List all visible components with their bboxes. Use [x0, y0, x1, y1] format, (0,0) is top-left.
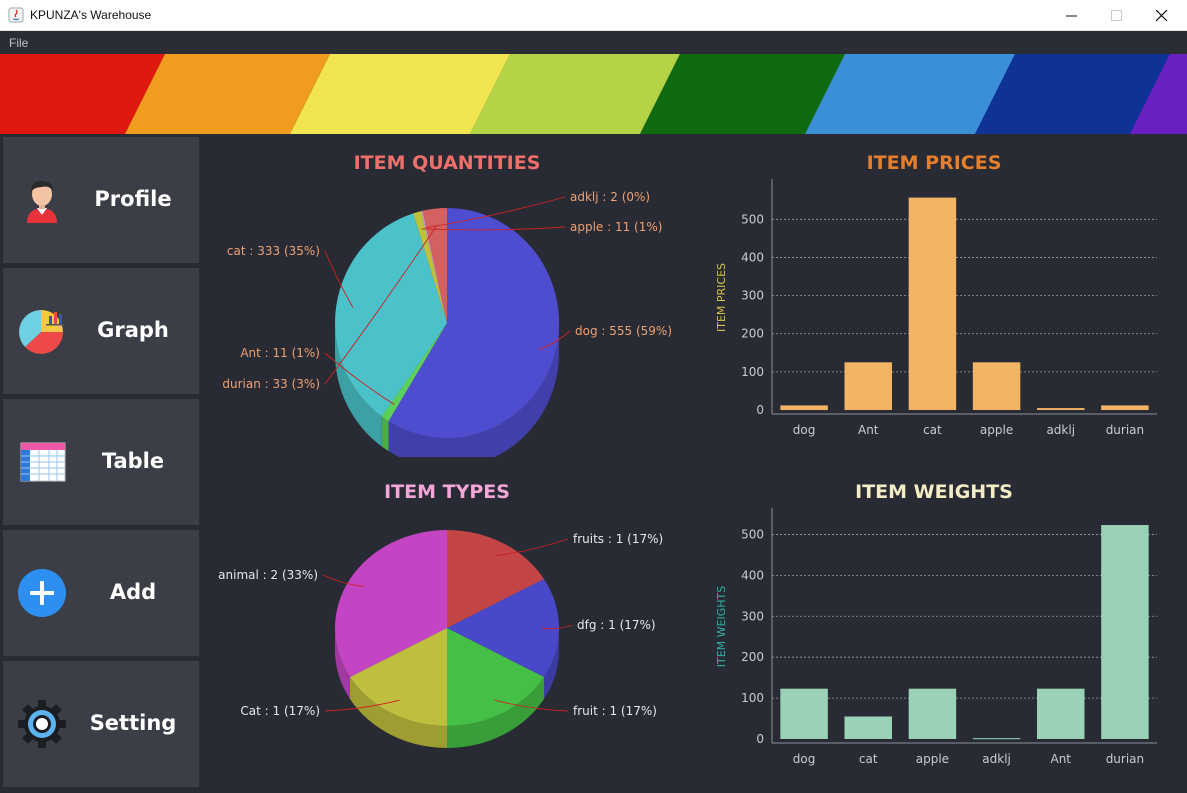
- y-tick-label: 500: [741, 527, 764, 541]
- x-tick-label: Ant: [858, 423, 879, 437]
- maximize-icon: [1111, 10, 1122, 21]
- rainbow-banner: [0, 54, 1187, 134]
- y-tick-label: 400: [741, 568, 764, 582]
- sidebar-item-add[interactable]: Add: [3, 530, 199, 656]
- pie-label-durian: durian : 33 (3%): [222, 377, 320, 391]
- bar-durian[interactable]: [1101, 525, 1149, 739]
- pie-label-apple: apple : 11 (1%): [570, 220, 662, 234]
- pie-label-adklj: adklj : 2 (0%): [570, 190, 650, 204]
- y-tick-label: 500: [741, 212, 764, 226]
- bar-adklj[interactable]: [1037, 408, 1085, 410]
- sidebar-item-label: Graph: [97, 318, 169, 342]
- bar-durian[interactable]: [1101, 405, 1149, 410]
- bar-dog[interactable]: [780, 405, 828, 410]
- y-tick-label: 0: [756, 732, 764, 746]
- bar-adklj[interactable]: [972, 738, 1021, 740]
- y-axis-label: ITEM PRICES: [715, 263, 728, 332]
- x-tick-label: Ant: [1050, 752, 1071, 766]
- java-app-icon: [8, 7, 24, 23]
- bar-cat[interactable]: [844, 716, 892, 740]
- x-tick-label: cat: [859, 752, 878, 766]
- pie-label-animal: animal : 2 (33%): [218, 568, 318, 582]
- sidebar-item-profile[interactable]: Profile: [3, 137, 199, 263]
- menu-file[interactable]: File: [9, 36, 28, 50]
- pie-label-dog: dog : 555 (59%): [575, 324, 672, 338]
- y-tick-label: 400: [741, 250, 764, 264]
- y-tick-label: 0: [756, 403, 764, 417]
- sidebar-item-label: Setting: [89, 711, 177, 735]
- pie-label-dfg: dfg : 1 (17%): [577, 618, 656, 632]
- gear-icon: [18, 700, 66, 748]
- item-weights-chart: ITEM WEIGHTS 0 100 200 300 400 500 dog cat apple a…: [715, 481, 1157, 766]
- plus-circle-icon: [18, 569, 66, 617]
- chart-title: ITEM WEIGHTS: [855, 481, 1013, 503]
- x-tick-label: apple: [980, 423, 1013, 437]
- x-tick-label: adklj: [982, 752, 1011, 766]
- title-bar[interactable]: KPUNZA's Warehouse: [0, 0, 1187, 31]
- pie-chart-icon: [19, 310, 64, 354]
- sidebar-item-label: Add: [109, 580, 157, 604]
- sidebar-item-label: Table: [101, 449, 165, 473]
- pie-label-fruits: fruits : 1 (17%): [573, 532, 663, 546]
- x-tick-label: adklj: [1046, 423, 1075, 437]
- bar-dog[interactable]: [780, 688, 828, 739]
- minimize-button[interactable]: [1049, 0, 1095, 31]
- close-button[interactable]: [1139, 0, 1185, 31]
- maximize-button[interactable]: [1094, 0, 1140, 31]
- chart-title: ITEM QUANTITIES: [354, 152, 541, 174]
- y-tick-label: 300: [741, 289, 764, 303]
- user-icon: [27, 180, 57, 223]
- x-tick-label: durian: [1106, 423, 1144, 437]
- x-tick-label: cat: [923, 423, 942, 437]
- chart-title: ITEM TYPES: [384, 481, 510, 503]
- close-icon: [1156, 10, 1168, 22]
- y-tick-label: 100: [741, 691, 764, 705]
- bar-apple[interactable]: [908, 688, 957, 739]
- bar-ant[interactable]: [1037, 688, 1085, 739]
- sidebar-item-label: Profile: [94, 187, 172, 211]
- window-title: KPUNZA's Warehouse: [30, 8, 152, 22]
- x-tick-label: dog: [793, 423, 816, 437]
- y-tick-label: 300: [741, 609, 764, 623]
- item-types-chart: ITEM TYPES fruits : 1 (17%) dfg : 1 (17%) f…: [218, 481, 663, 748]
- app-window: KPUNZA's Warehouse File Profile Graph Ta…: [0, 0, 1187, 793]
- pie-label-cat: Cat : 1 (17%): [240, 704, 320, 718]
- x-tick-label: apple: [916, 752, 949, 766]
- y-tick-label: 100: [741, 365, 764, 379]
- y-tick-label: 200: [741, 650, 764, 664]
- bar-ant[interactable]: [844, 362, 892, 410]
- table-icon: [20, 442, 66, 482]
- item-prices-chart: ITEM PRICES 0 100 200 300 400 500 dog Ant cat appl…: [715, 152, 1157, 437]
- sidebar-item-setting[interactable]: Setting: [3, 661, 199, 787]
- y-tick-label: 200: [741, 327, 764, 341]
- pie-label-ant: Ant : 11 (1%): [240, 346, 320, 360]
- chart-title: ITEM PRICES: [867, 152, 1002, 174]
- sidebar: Profile Graph Table Add Setting: [0, 134, 202, 793]
- bar-apple[interactable]: [972, 362, 1021, 410]
- bar-cat[interactable]: [908, 197, 957, 410]
- x-tick-label: dog: [793, 752, 816, 766]
- minimize-icon: [1066, 15, 1077, 17]
- pie-slice-side: [381, 416, 389, 452]
- sidebar-item-graph[interactable]: Graph: [3, 268, 199, 394]
- pie-label-fruit: fruit : 1 (17%): [573, 704, 657, 718]
- pie-label-cat: cat : 333 (35%): [227, 244, 320, 258]
- sidebar-item-table[interactable]: Table: [3, 399, 199, 525]
- item-quantities-chart: ITEM QUANTITIES dog : 555 (59%) Ant : 11 (…: [222, 152, 672, 457]
- y-axis-label: ITEM WEIGHTS: [715, 586, 728, 667]
- menu-bar: File: [0, 31, 1187, 54]
- x-tick-label: durian: [1106, 752, 1144, 766]
